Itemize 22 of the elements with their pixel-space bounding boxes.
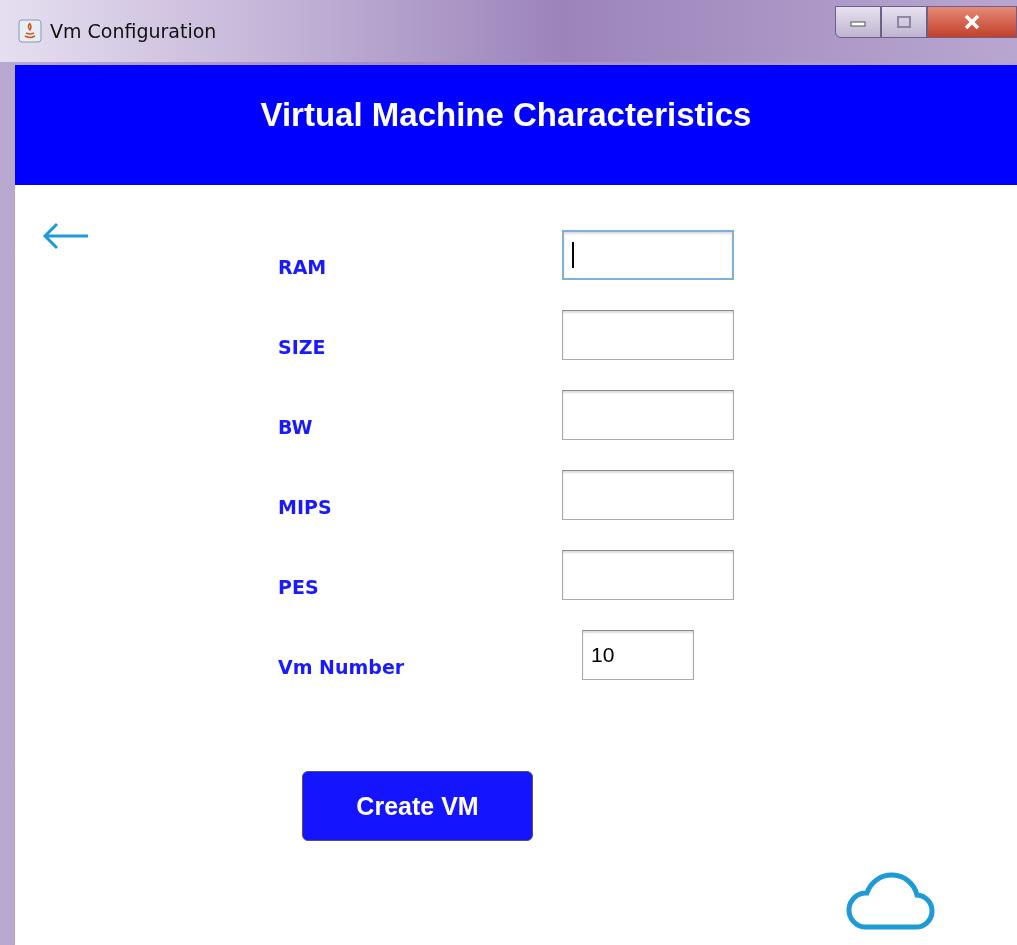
field-label: RAM [278, 256, 328, 278]
field-label: MIPS [278, 496, 333, 518]
close-button[interactable] [927, 6, 1017, 38]
maximize-icon [895, 15, 913, 29]
input-field[interactable] [562, 230, 734, 280]
field-label: PES [278, 576, 320, 598]
input-field[interactable] [562, 310, 734, 360]
field-label: BW [278, 416, 314, 438]
input-field[interactable]: 10 [582, 630, 694, 680]
input-field[interactable] [562, 390, 734, 440]
minimize-button[interactable] [835, 6, 881, 38]
field-label: Vm Number [278, 656, 406, 678]
app-icon [18, 19, 42, 43]
window-title: Vm Configuration [50, 20, 217, 42]
create-vm-button[interactable]: Create VM [302, 771, 533, 841]
input-field[interactable] [562, 470, 734, 520]
header-title: Virtual Machine Characteristics [260, 96, 752, 134]
input-field[interactable] [562, 550, 734, 600]
maximize-button[interactable] [881, 6, 927, 38]
close-icon [962, 14, 982, 30]
back-arrow-icon[interactable] [42, 222, 90, 250]
field-label: SIZE [278, 336, 327, 358]
